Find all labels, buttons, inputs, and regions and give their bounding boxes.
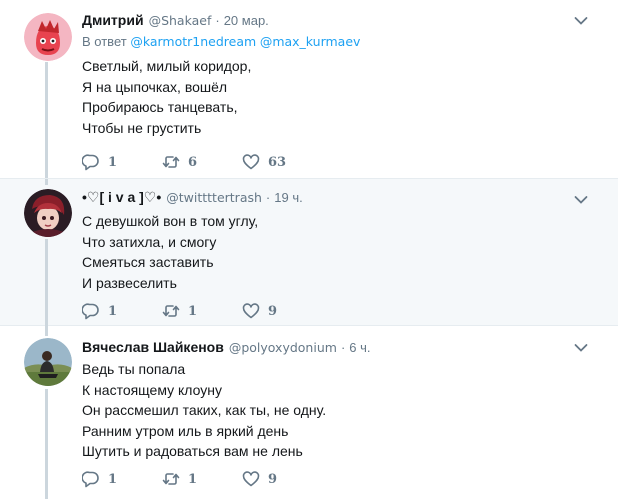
avatar[interactable] (24, 189, 72, 237)
reply-thread: Дмитрий @Shakaef · 20 мар. В ответ @karm… (0, 0, 618, 499)
chevron-down-icon[interactable] (574, 16, 588, 26)
like-count: 63 (268, 154, 287, 170)
timestamp[interactable]: 20 мар. (224, 13, 269, 28)
like-icon (242, 471, 260, 487)
like-button[interactable]: 9 (242, 302, 322, 320)
reply-icon (82, 303, 99, 320)
reply-context: В ответ @karmotr1nedream @max_kurmaev (82, 34, 588, 52)
retweet-button[interactable]: 1 (162, 470, 242, 488)
retweet-count: 1 (188, 303, 198, 319)
reply-button[interactable]: 1 (82, 153, 162, 171)
text-line: Я на цыпочках, вошёл (82, 78, 228, 95)
reply-icon (82, 154, 99, 171)
like-icon (242, 154, 260, 170)
display-name[interactable]: •♡[ i v a ]♡• (82, 189, 161, 206)
thread-connector (45, 179, 48, 185)
display-name[interactable]: Вячеслав Шайкенов (82, 339, 224, 355)
like-count: 9 (268, 303, 278, 319)
retweet-button[interactable]: 1 (162, 302, 242, 320)
text-line: Он рассмешил таких, как ты, не одну. (82, 402, 327, 418)
mention-link[interactable]: @karmotr1nedream (130, 34, 256, 49)
like-button[interactable]: 63 (242, 153, 322, 171)
retweet-icon (162, 305, 180, 317)
reply-count: 1 (108, 303, 118, 319)
text-line: Смеяться заставить (82, 254, 214, 270)
separator-dot: · (340, 340, 346, 355)
thread-connector (45, 389, 48, 499)
tweet-actions: 1 1 9 (82, 469, 322, 489)
reply-button[interactable]: 1 (82, 302, 162, 320)
reply-count: 1 (108, 471, 118, 487)
text-line: Ранним утром иль в яркий день (82, 422, 289, 439)
tweet-1[interactable]: Дмитрий @Shakaef · 20 мар. В ответ @karm… (0, 0, 618, 178)
text-line: Что затихла, и смогу (82, 233, 217, 250)
text-line: К настоящему клоуну (82, 381, 222, 398)
retweet-count: 6 (188, 154, 198, 170)
tweet-text: Светлый, милый коридор, Я на цыпочках, в… (82, 56, 588, 138)
text-line: Светлый, милый коридор, (82, 58, 252, 74)
reply-icon (82, 471, 99, 488)
avatar[interactable] (24, 13, 72, 61)
reply-count: 1 (108, 154, 118, 170)
like-count: 9 (268, 471, 278, 487)
tweet-header: Вячеслав Шайкенов @polyoxydonium · 6 ч. (82, 339, 588, 357)
text-line: Шутить и радоваться вам не лень (82, 443, 303, 459)
tweet-2[interactable]: •♡[ i v a ]♡• @twittttertrash · 19 ч. С … (0, 178, 618, 327)
text-line: И развеселить (82, 274, 177, 291)
retweet-icon (162, 156, 180, 168)
text-line: Чтобы не грустить (82, 119, 202, 136)
chevron-down-icon[interactable] (574, 195, 588, 205)
tweet-actions: 1 1 9 (82, 301, 322, 321)
tweet-3[interactable]: Вячеслав Шайкенов @polyoxydonium · 6 ч. … (0, 326, 618, 499)
user-handle[interactable]: @polyoxydonium (229, 340, 337, 355)
tweet-header: Дмитрий @Shakaef · 20 мар. (82, 12, 588, 30)
separator-dot: · (215, 13, 220, 28)
like-button[interactable]: 9 (242, 470, 322, 488)
user-handle[interactable]: @Shakaef (149, 13, 212, 28)
timestamp[interactable]: 6 ч. (349, 340, 370, 355)
mention-link[interactable]: @max_kurmaev (260, 34, 361, 49)
text-line: С девушкой вон в том углу, (82, 213, 259, 229)
tweet-header: •♡[ i v a ]♡• @twittttertrash · 19 ч. (82, 189, 588, 207)
avatar[interactable] (24, 338, 72, 386)
thread-connector (45, 326, 48, 336)
text-line: Пробираюсь танцевать, (82, 99, 238, 115)
thread-connector (45, 239, 48, 327)
separator-dot: · (265, 190, 271, 205)
thread-connector (45, 62, 48, 178)
reply-label: В ответ (82, 34, 127, 49)
user-handle[interactable]: @twittttertrash (166, 190, 262, 205)
text-line: Ведь ты попала (82, 361, 186, 377)
tweet-text: С девушкой вон в том углу, Что затихла, … (82, 211, 588, 293)
chevron-down-icon[interactable] (574, 343, 588, 353)
display-name[interactable]: Дмитрий (82, 12, 144, 28)
retweet-icon (162, 473, 180, 485)
tweet-text: Ведь ты попала К настоящему клоуну Он ра… (82, 359, 588, 462)
retweet-count: 1 (188, 471, 198, 487)
timestamp[interactable]: 19 ч. (274, 190, 302, 205)
tweet-actions: 1 6 63 (82, 152, 322, 172)
like-icon (242, 303, 260, 319)
reply-button[interactable]: 1 (82, 470, 162, 488)
retweet-button[interactable]: 6 (162, 153, 242, 171)
